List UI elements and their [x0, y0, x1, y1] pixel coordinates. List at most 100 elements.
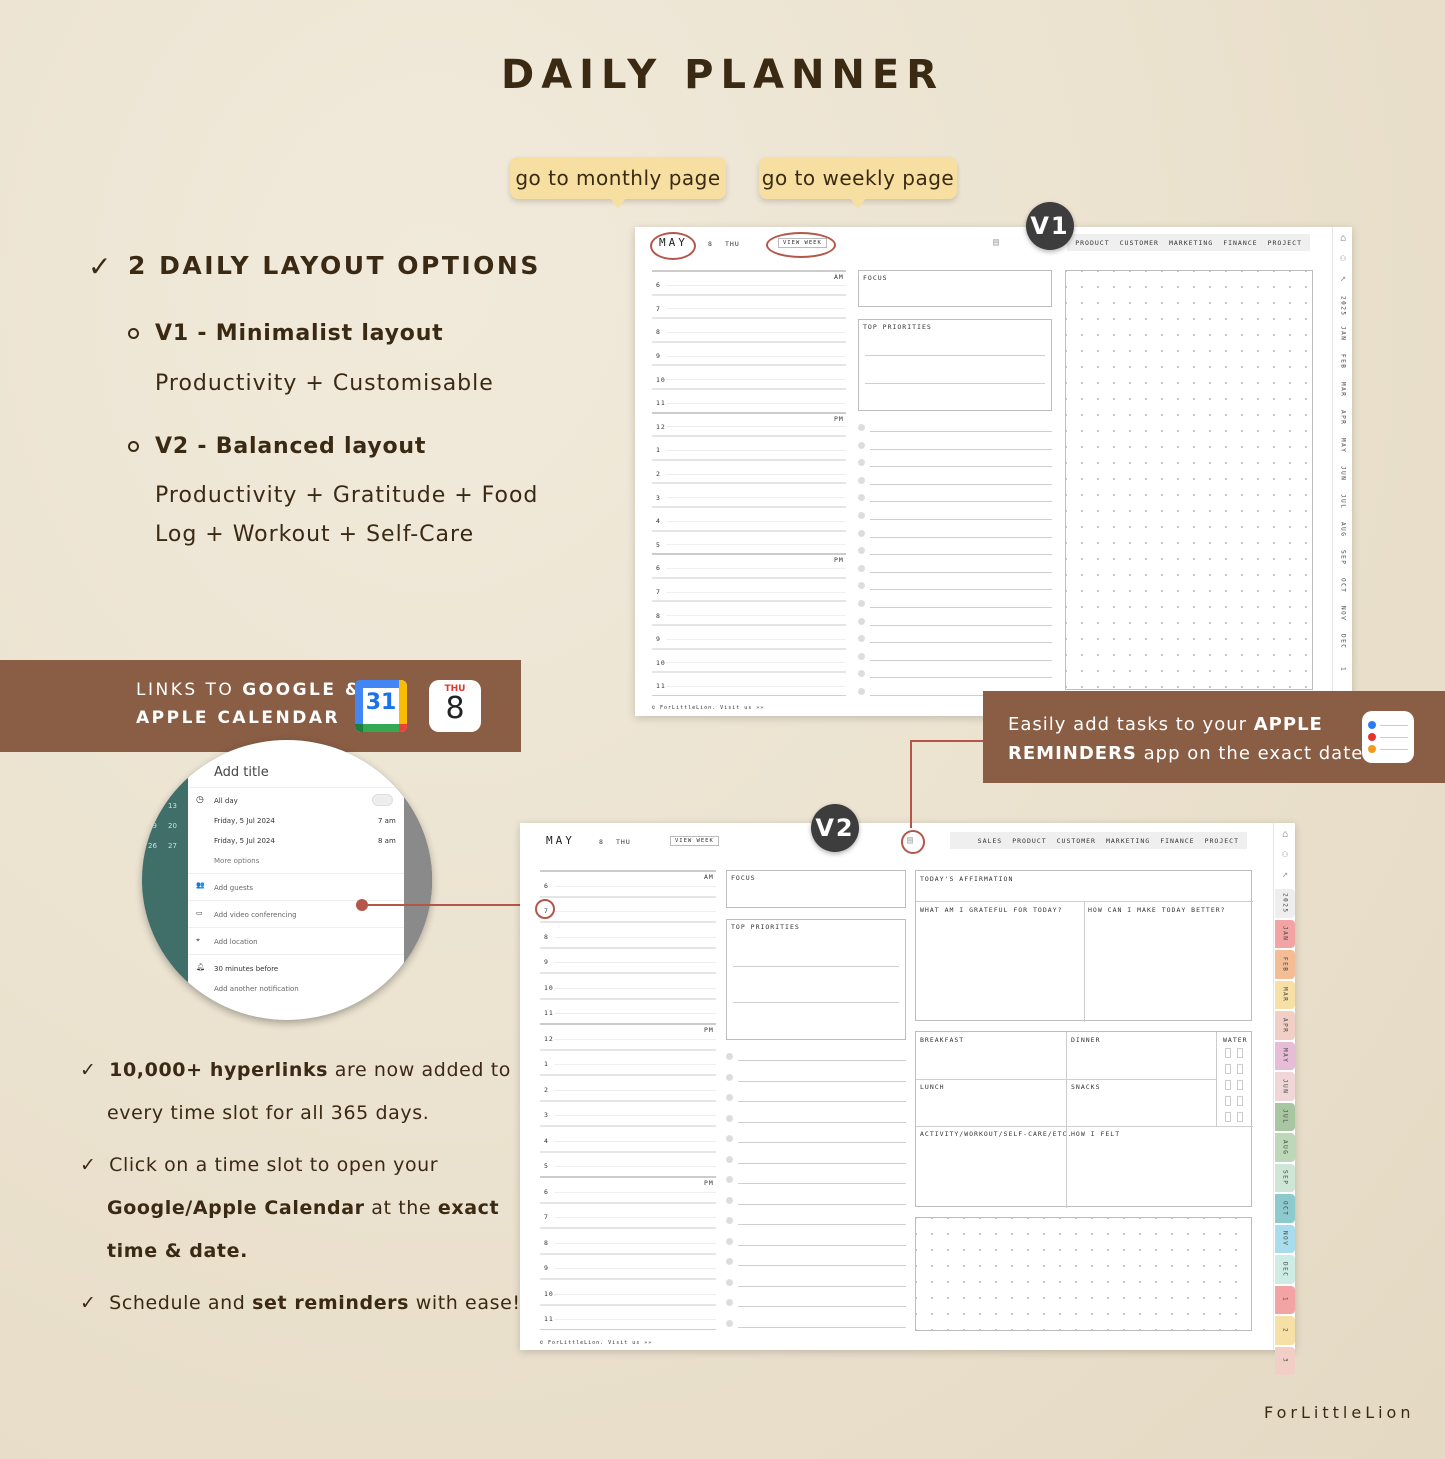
task-checkbox[interactable]	[858, 652, 865, 660]
water-glass-checkbox[interactable]	[1237, 1064, 1243, 1074]
task-line[interactable]	[738, 1080, 906, 1082]
sidebar-tab-sep[interactable]: SEP	[1275, 1163, 1295, 1192]
end-date[interactable]: Friday, 5 Jul 2024	[214, 837, 275, 845]
hour-slot-8[interactable]: 8	[656, 328, 661, 336]
start-date[interactable]: Friday, 5 Jul 2024	[214, 817, 275, 825]
hour-slot-6[interactable]: 6	[544, 1188, 549, 1196]
task-checkbox[interactable]	[858, 688, 865, 695]
task-checkbox[interactable]	[858, 635, 865, 643]
task-line[interactable]	[738, 1162, 906, 1164]
task-checkbox[interactable]	[726, 1237, 733, 1245]
notes-dot-grid[interactable]	[915, 1217, 1252, 1331]
task-checkbox[interactable]	[858, 424, 865, 431]
hour-slot-1[interactable]: 1	[544, 1060, 549, 1068]
task-line[interactable]	[870, 607, 1052, 608]
sidebar-tab-mar[interactable]: MAR	[1334, 377, 1352, 403]
top-priorities-box[interactable]: TOP PRIORITIES	[858, 319, 1052, 411]
task-line[interactable]	[738, 1326, 906, 1328]
water-glass-checkbox[interactable]	[1237, 1080, 1243, 1090]
water-glass-checkbox[interactable]	[1225, 1112, 1231, 1122]
task-checkbox[interactable]	[858, 529, 865, 537]
task-checkbox[interactable]	[726, 1176, 733, 1183]
category-tab-sales[interactable]: SALES	[978, 837, 1003, 845]
focus-box[interactable]: FOCUS	[858, 270, 1052, 307]
sidebar-tab-2025[interactable]: 2025	[1275, 889, 1295, 918]
task-line[interactable]	[738, 1060, 906, 1061]
water-glass-checkbox[interactable]	[1237, 1112, 1243, 1122]
task-checkbox[interactable]	[726, 1114, 733, 1122]
category-tab-product[interactable]: PRODUCT	[1012, 837, 1046, 845]
task-checkbox[interactable]	[726, 1053, 733, 1060]
category-tab-finance[interactable]: FINANCE	[1223, 239, 1257, 247]
task-checkbox[interactable]	[858, 582, 865, 590]
hour-slot-3[interactable]: 3	[544, 1111, 549, 1119]
hour-slot-9[interactable]: 9	[544, 958, 549, 966]
add-guests[interactable]: Add guests	[214, 884, 253, 892]
category-tab-customer[interactable]: CUSTOMER	[1120, 239, 1159, 247]
task-line[interactable]	[870, 536, 1052, 538]
task-checkbox[interactable]	[726, 1155, 733, 1163]
page-footer[interactable]: © ForLittleLion. Visit us »»	[540, 1340, 652, 1346]
task-checkbox[interactable]	[726, 1073, 733, 1081]
task-checkbox[interactable]	[858, 476, 865, 484]
hour-slot-11[interactable]: 11	[656, 399, 666, 407]
hour-slot-12[interactable]: 12	[544, 1035, 554, 1043]
water-glass-checkbox[interactable]	[1225, 1080, 1231, 1090]
task-line[interactable]	[738, 1203, 906, 1205]
task-checkbox[interactable]	[858, 547, 865, 555]
task-checkbox[interactable]	[726, 1094, 733, 1101]
sidebar-tab-1[interactable]: 1	[1334, 657, 1352, 683]
category-tab-marketing[interactable]: MARKETING	[1169, 239, 1213, 247]
task-line[interactable]	[870, 624, 1052, 626]
sidebar-tab-oct[interactable]: OCT	[1334, 573, 1352, 599]
hour-slot-8[interactable]: 8	[544, 933, 549, 941]
hour-slot-11[interactable]: 11	[544, 1009, 554, 1017]
task-checkbox[interactable]	[858, 512, 865, 519]
water-glass-checkbox[interactable]	[1225, 1048, 1231, 1058]
sidebar-tab-aug[interactable]: AUG	[1334, 517, 1352, 543]
add-notification[interactable]: Add another notification	[214, 985, 299, 993]
add-video[interactable]: Add video conferencing	[214, 911, 297, 919]
task-line[interactable]	[870, 519, 1052, 520]
task-checkbox[interactable]	[726, 1258, 733, 1265]
hour-slot-5[interactable]: 5	[544, 1162, 549, 1170]
sidebar-tab-dec[interactable]: DEC	[1275, 1255, 1295, 1284]
sidebar-tab-jul[interactable]: JUL	[1275, 1102, 1295, 1131]
hour-slot-12[interactable]: 12	[656, 423, 666, 431]
water-glass-checkbox[interactable]	[1237, 1048, 1243, 1058]
sidebar-tab-nov[interactable]: NOV	[1275, 1224, 1295, 1253]
task-line[interactable]	[870, 554, 1052, 556]
water-glass-checkbox[interactable]	[1225, 1096, 1231, 1106]
start-time[interactable]: 7 am	[378, 817, 396, 825]
hour-slot-7[interactable]: 7	[656, 588, 661, 596]
all-day-toggle[interactable]	[372, 794, 393, 806]
profile-icon[interactable]: ⚇	[1333, 253, 1353, 264]
view-week-button[interactable]: VIEW WEEK	[670, 836, 719, 846]
sidebar-tab-jul[interactable]: JUL	[1334, 489, 1352, 515]
hour-slot-7[interactable]: 7	[544, 1213, 549, 1221]
notes-dot-grid[interactable]	[1065, 270, 1313, 690]
hour-slot-10[interactable]: 10	[544, 984, 554, 992]
sidebar-tab-mar[interactable]: MAR	[1275, 980, 1295, 1009]
page-footer[interactable]: © ForLittleLion. Visit us »»	[652, 705, 764, 711]
task-checkbox[interactable]	[726, 1196, 733, 1204]
task-checkbox[interactable]	[726, 1135, 733, 1142]
hour-slot-8[interactable]: 8	[544, 1239, 549, 1247]
add-location[interactable]: Add location	[214, 938, 258, 946]
reminders-icon[interactable]: ▤	[993, 237, 999, 248]
hour-slot-2[interactable]: 2	[656, 470, 661, 478]
task-checkbox[interactable]	[726, 1299, 733, 1306]
affirmation-box[interactable]: TODAY'S AFFIRMATION WHAT AM I GRATEFUL FO…	[915, 870, 1253, 1022]
category-tab-project[interactable]: PROJECT	[1268, 239, 1302, 247]
sidebar-tab-feb[interactable]: FEB	[1275, 950, 1295, 979]
task-line[interactable]	[870, 659, 1052, 661]
water-glass-checkbox[interactable]	[1225, 1064, 1231, 1074]
hour-slot-10[interactable]: 10	[544, 1290, 554, 1298]
event-title-input[interactable]: Add title	[214, 765, 269, 780]
sidebar-tab-sep[interactable]: SEP	[1334, 545, 1352, 571]
end-time[interactable]: 8 am	[378, 837, 396, 845]
hour-slot-1[interactable]: 1	[656, 446, 661, 454]
category-tab-project[interactable]: PROJECT	[1205, 837, 1239, 845]
task-line[interactable]	[870, 483, 1052, 485]
hour-slot-11[interactable]: 11	[544, 1315, 554, 1323]
